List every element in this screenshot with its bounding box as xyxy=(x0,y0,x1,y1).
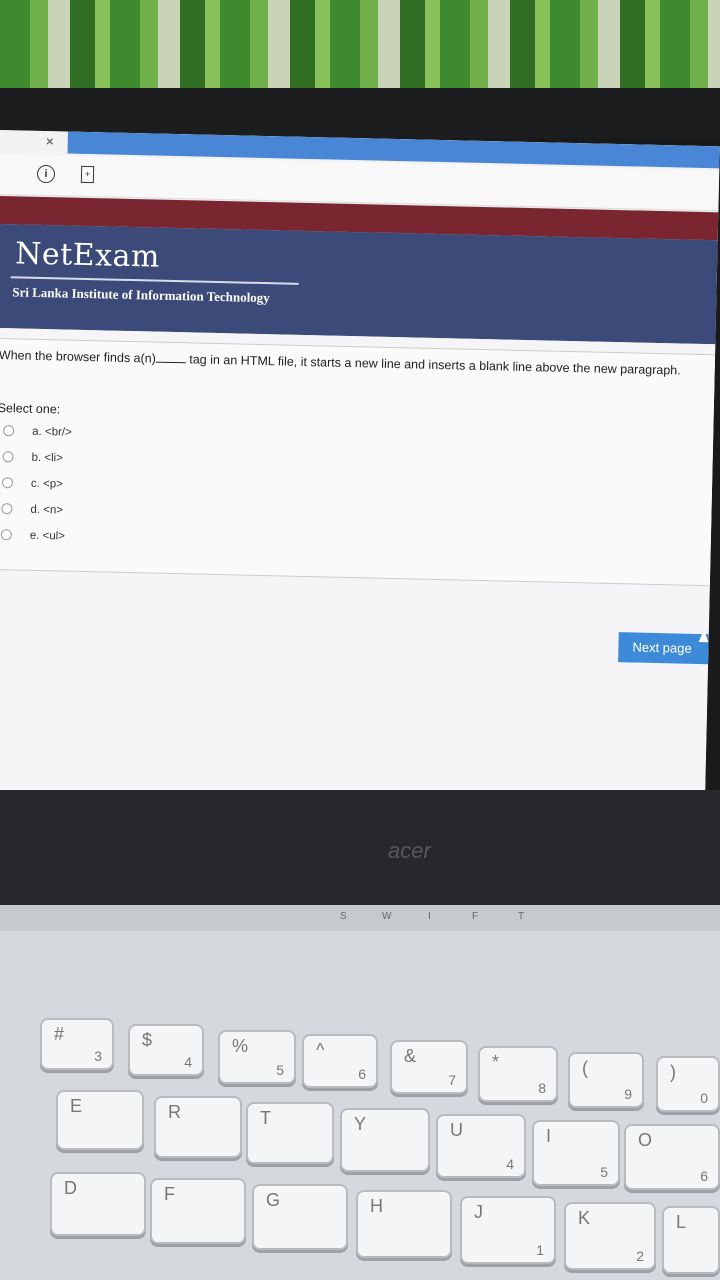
key-symbol: & xyxy=(404,1046,417,1066)
key-3[interactable]: #3 xyxy=(40,1018,114,1070)
key-letter: G xyxy=(266,1190,281,1210)
option-label: b. <li> xyxy=(31,451,64,465)
status-letter: F xyxy=(472,911,479,922)
key-secondary: 2 xyxy=(636,1248,644,1264)
key-letter: L xyxy=(676,1212,687,1232)
key-d[interactable]: D xyxy=(50,1172,146,1236)
laptop-screen: × i + NetExam Sri Lanka Institute of Inf… xyxy=(0,130,720,817)
status-letter: W xyxy=(382,911,392,922)
key-e[interactable]: E xyxy=(56,1090,144,1150)
radio-button[interactable] xyxy=(1,477,14,489)
status-indicator-strip: S W I F T xyxy=(0,905,720,931)
key-letter: I xyxy=(546,1126,552,1146)
key-secondary: 6 xyxy=(700,1168,708,1184)
key-letter: E xyxy=(70,1096,83,1116)
question-text-start: When the browser finds a(n) xyxy=(0,348,157,366)
page-icon: + xyxy=(80,165,95,184)
key-letter: J xyxy=(474,1202,483,1222)
key-letter: F xyxy=(164,1184,175,1204)
key-g[interactable]: G xyxy=(252,1184,348,1250)
status-letter: S xyxy=(340,911,347,922)
key-secondary: 5 xyxy=(600,1164,608,1180)
option-e[interactable]: e. <ul> xyxy=(0,529,66,543)
option-label: d. <n> xyxy=(30,503,64,517)
key-5[interactable]: % 5 xyxy=(218,1030,296,1084)
key-symbol: $ xyxy=(142,1030,153,1050)
radio-button[interactable] xyxy=(0,529,12,541)
key-j[interactable]: J1 xyxy=(460,1196,556,1264)
institute-name: Sri Lanka Institute of Information Techn… xyxy=(12,284,270,306)
key-4[interactable]: $4 xyxy=(128,1024,204,1076)
laptop-bottom-bezel xyxy=(0,790,720,910)
status-letter: I xyxy=(428,911,431,922)
option-label: e. <ul> xyxy=(29,529,66,543)
key-digit: 6 xyxy=(358,1066,366,1082)
key-letter: Y xyxy=(354,1114,367,1134)
key-f[interactable]: F xyxy=(150,1178,246,1244)
key-letter: K xyxy=(578,1208,591,1228)
mouse-cursor-icon xyxy=(698,629,709,643)
key-y[interactable]: Y xyxy=(340,1108,430,1172)
option-a[interactable]: a. <br/> xyxy=(3,425,72,439)
info-icon[interactable]: i xyxy=(36,164,56,184)
question-box: When the browser finds a(n) tag in an HT… xyxy=(0,337,716,587)
key-u[interactable]: U4 xyxy=(436,1114,526,1178)
next-page-button[interactable]: Next page xyxy=(618,632,709,665)
key-digit: 9 xyxy=(624,1086,632,1102)
option-c[interactable]: c. <p> xyxy=(1,477,64,491)
key-letter: H xyxy=(370,1196,383,1216)
key-symbol: ^ xyxy=(316,1040,325,1060)
key-digit: 5 xyxy=(276,1062,284,1078)
key-symbol: # xyxy=(54,1024,65,1044)
option-label: c. <p> xyxy=(30,477,64,491)
option-label: a. <br/> xyxy=(32,425,72,439)
key-symbol: % xyxy=(232,1036,249,1056)
radio-button[interactable] xyxy=(3,425,15,437)
key-letter: R xyxy=(168,1102,181,1122)
site-header: NetExam Sri Lanka Institute of Informati… xyxy=(0,223,718,345)
key-digit: 0 xyxy=(700,1090,708,1106)
radio-button[interactable] xyxy=(1,503,13,515)
key-symbol: ) xyxy=(670,1062,676,1082)
key-t[interactable]: T xyxy=(246,1102,334,1164)
key-h[interactable]: H xyxy=(356,1190,452,1258)
key-secondary: 1 xyxy=(536,1242,544,1258)
key-7[interactable]: & 7 xyxy=(390,1040,468,1094)
key-r[interactable]: R xyxy=(154,1096,242,1158)
select-one-label: Select one: xyxy=(0,401,61,417)
key-i[interactable]: I5 xyxy=(532,1120,620,1186)
key-digit: 8 xyxy=(538,1080,546,1096)
logo-divider xyxy=(10,276,299,285)
key-letter: U xyxy=(450,1120,463,1140)
status-letter: T xyxy=(518,911,525,922)
key-symbol: * xyxy=(492,1052,500,1072)
main-content: When the browser finds a(n) tag in an HT… xyxy=(0,327,716,817)
key-letter: D xyxy=(64,1178,77,1198)
laptop-brand-logo: acer xyxy=(388,838,431,863)
close-tab-icon[interactable]: × xyxy=(46,133,55,149)
laptop-top-bezel xyxy=(0,88,720,138)
key-8[interactable]: * 8 xyxy=(478,1046,558,1102)
option-b[interactable]: b. <li> xyxy=(2,451,64,465)
option-d[interactable]: d. <n> xyxy=(1,503,64,517)
site-logo[interactable]: NetExam xyxy=(15,236,160,274)
key-o[interactable]: O6 xyxy=(624,1124,720,1190)
radio-button[interactable] xyxy=(2,451,14,463)
key-letter: O xyxy=(638,1130,653,1150)
key-symbol: ( xyxy=(582,1058,588,1078)
question-text: When the browser finds a(n) tag in an HT… xyxy=(0,347,699,380)
key-digit: 4 xyxy=(184,1054,192,1070)
key-l[interactable]: L xyxy=(662,1206,720,1274)
key-letter: T xyxy=(260,1108,271,1128)
question-text-end: tag in an HTML file, it starts a new lin… xyxy=(189,352,681,378)
key-digit: 3 xyxy=(94,1048,102,1064)
key-digit: 7 xyxy=(448,1072,456,1088)
key-0[interactable]: ) 0 xyxy=(656,1056,720,1112)
key-k[interactable]: K2 xyxy=(564,1202,656,1270)
key-secondary: 4 xyxy=(506,1156,514,1172)
answer-blank xyxy=(155,351,187,364)
key-9[interactable]: (9 xyxy=(568,1052,644,1108)
key-6[interactable]: ^ 6 xyxy=(302,1034,378,1088)
